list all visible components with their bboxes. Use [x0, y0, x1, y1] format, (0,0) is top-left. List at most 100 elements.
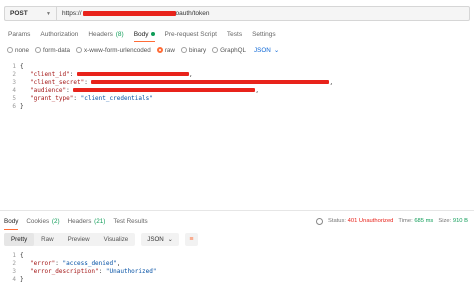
request-body-editor[interactable]: 1 { 2 "client_id": , 3 "client_secret": …: [4, 62, 472, 114]
radio-label: GraphQL: [220, 46, 247, 54]
colon: :: [73, 94, 77, 102]
json-key: "error": [30, 259, 56, 267]
request-url-bar: POST ▼ https:// oauth/token: [4, 6, 470, 21]
radio-label: binary: [188, 46, 207, 54]
url-input[interactable]: https:// oauth/token: [56, 6, 470, 21]
redacted-value: [73, 88, 256, 92]
button-label: Pretty: [11, 235, 28, 243]
view-pretty-button[interactable]: Pretty: [4, 232, 35, 246]
tab-response-headers[interactable]: Headers (21): [68, 214, 106, 228]
view-visualize-button[interactable]: Visualize: [97, 233, 136, 246]
view-preview-button[interactable]: Preview: [61, 233, 97, 246]
size-info[interactable]: Size: 910 B: [438, 218, 468, 224]
time-label: Time:: [398, 218, 413, 224]
format-label: JSON: [147, 235, 164, 243]
open-brace: {: [20, 251, 24, 259]
view-mode-segment: Pretty Raw Preview Visualize: [4, 232, 136, 246]
tab-label: Test Results: [113, 217, 148, 225]
status-label: Status:: [327, 218, 347, 224]
code-line: 4 }: [4, 275, 470, 283]
tab-label: Params: [8, 30, 31, 38]
radio-label: none: [15, 46, 30, 54]
code-line: 1 {: [4, 251, 470, 259]
code-line: 3 "error_description": "Unauthorized": [4, 267, 470, 275]
response-body[interactable]: 1 { 2 "error": "access_denied", 3 "error…: [4, 251, 470, 287]
tab-cookies[interactable]: Cookies (2): [26, 214, 59, 228]
redacted-host: [82, 11, 176, 16]
radio-binary[interactable]: binary: [180, 46, 207, 54]
json-value: "Unauthorized": [105, 267, 157, 275]
radio-urlencoded[interactable]: x-www-form-urlencoded: [75, 46, 151, 54]
body-type-options: none form-data x-www-form-urlencoded raw…: [0, 44, 474, 56]
radio-none[interactable]: none: [7, 47, 29, 54]
status-info[interactable]: Status: 401 Unauthorized: [328, 218, 393, 224]
status-value: 401 Unauthorized: [347, 218, 394, 224]
tab-headers[interactable]: Headers (8): [88, 27, 123, 41]
tab-body[interactable]: Body: [133, 27, 155, 42]
close-brace: }: [20, 102, 24, 110]
request-tabs: Params Authorization Headers (8) Body Pr…: [0, 27, 474, 42]
pane-divider[interactable]: [0, 210, 474, 211]
globe-icon[interactable]: [315, 217, 323, 225]
button-label: Raw: [41, 235, 54, 243]
json-value: "client_credentials": [80, 94, 153, 102]
line-number: 1: [12, 251, 16, 259]
line-number: 4: [12, 275, 16, 283]
code-line: 4 "audience": ,: [4, 86, 472, 94]
tab-params[interactable]: Params: [8, 27, 30, 41]
method-select[interactable]: POST ▼: [4, 6, 56, 21]
code-line: 1 {: [4, 62, 472, 70]
tab-count: (2): [51, 217, 60, 225]
tab-label: Headers: [67, 217, 92, 225]
view-raw-button[interactable]: Raw: [34, 233, 60, 246]
line-number: 2: [12, 259, 16, 267]
json-key: "client_id": [30, 70, 70, 78]
url-prefix: https://: [62, 10, 82, 17]
radio-graphql[interactable]: GraphQL: [212, 47, 246, 54]
tab-response-body[interactable]: Body: [4, 214, 19, 230]
size-label: Size:: [438, 218, 452, 224]
open-brace: {: [20, 62, 24, 70]
language-select[interactable]: JSON ⌄: [254, 47, 279, 54]
chevron-down-icon: ▼: [46, 10, 51, 17]
tab-settings[interactable]: Settings: [252, 27, 276, 41]
redacted-value: [77, 72, 189, 76]
comma: ,: [255, 86, 259, 94]
code-line: 3 "client_secret": ,: [4, 78, 472, 86]
response-format-select[interactable]: JSON ⌄: [141, 232, 179, 246]
line-number: 6: [12, 102, 16, 110]
radio-icon: [212, 47, 219, 53]
line-number: 3: [12, 78, 16, 86]
code-line: 2 "client_id": ,: [4, 70, 472, 78]
comma: ,: [116, 259, 121, 267]
radio-label: form-data: [43, 46, 70, 54]
tab-authorization[interactable]: Authorization: [40, 27, 78, 41]
json-key: "error_description": [30, 267, 99, 275]
line-number: 4: [12, 86, 16, 94]
time-info[interactable]: Time: 685 ms: [398, 218, 433, 224]
code-line: 2 "error": "access_denied",: [4, 259, 470, 267]
tab-test-results[interactable]: Test Results: [113, 214, 147, 228]
colon: :: [55, 259, 59, 267]
url-suffix: oauth/token: [175, 10, 210, 17]
radio-selected-icon: [156, 47, 163, 53]
wrap-lines-icon[interactable]: ≡: [184, 232, 198, 246]
tab-label: Authorization: [40, 30, 79, 38]
tab-label: Pre-request Script: [164, 30, 217, 38]
radio-raw[interactable]: raw: [156, 46, 175, 54]
radio-label: raw: [164, 46, 175, 54]
comma: ,: [329, 78, 334, 86]
tab-label: Cookies: [26, 217, 50, 225]
tab-pre-request-script[interactable]: Pre-request Script: [165, 27, 217, 41]
radio-icon: [180, 47, 187, 53]
comma: ,: [189, 70, 193, 78]
line-number: 5: [12, 94, 16, 102]
close-brace: }: [20, 275, 24, 283]
tab-tests[interactable]: Tests: [227, 27, 242, 41]
radio-label: x-www-form-urlencoded: [83, 46, 151, 54]
tab-label: Tests: [226, 30, 243, 38]
time-value: 685 ms: [414, 218, 434, 224]
radio-icon: [75, 47, 82, 53]
json-key: "audience": [30, 86, 67, 94]
radio-form-data[interactable]: form-data: [35, 47, 70, 54]
